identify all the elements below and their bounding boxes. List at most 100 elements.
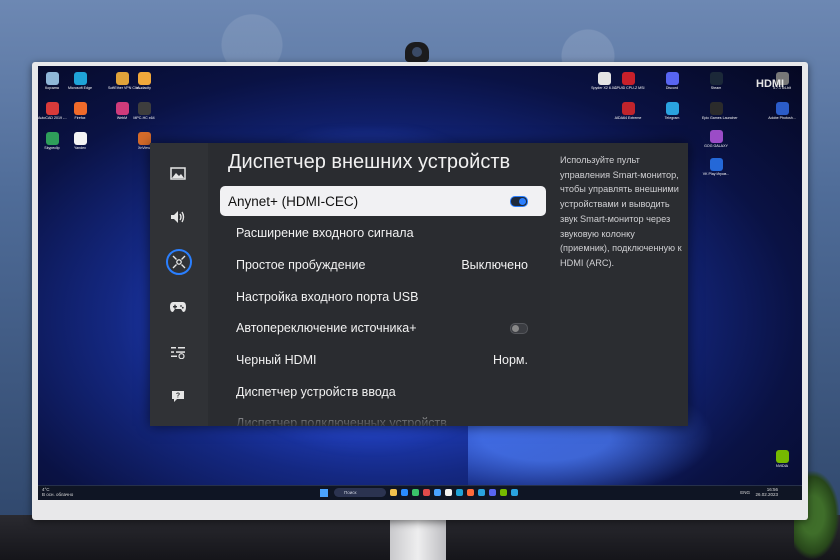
taskbar-app-icon[interactable]: [445, 489, 452, 496]
app-icon: [45, 72, 59, 85]
speaker-icon[interactable]: [165, 204, 191, 230]
desktop-icon[interactable]: Adobe Photosh...: [768, 102, 796, 120]
taskbar-search-label: Поиск: [344, 490, 357, 495]
app-icon: [709, 102, 723, 115]
osd-menu-item[interactable]: Диспетчер устройств ввода: [220, 377, 546, 407]
desktop-icon[interactable]: Корзина: [38, 72, 66, 90]
desktop-icon-label: Steam: [710, 86, 722, 90]
general-settings-icon[interactable]: [165, 339, 191, 365]
desktop-icon[interactable]: AutoCAD 2019 -...: [38, 102, 68, 120]
taskbar: 4°C В осн. облачно Поиск ENG 16:56 26.02…: [38, 485, 802, 500]
desktop-icon[interactable]: Skypeclip: [38, 132, 66, 150]
desktop-icon-label: Microsoft Edge: [68, 86, 92, 90]
osd-menu-item[interactable]: Автопереключение источника+: [220, 313, 546, 343]
taskbar-app-icon[interactable]: [456, 489, 463, 496]
taskbar-app-icon[interactable]: [412, 489, 419, 496]
taskbar-search[interactable]: Поиск: [334, 488, 386, 497]
desktop-icon-label: Yandex: [74, 146, 86, 150]
desktop-icon-label: MPC-HC x64: [133, 116, 155, 120]
desktop-icon[interactable]: Microsoft Edge: [66, 72, 94, 90]
start-button[interactable]: [320, 489, 328, 497]
osd-menu-item[interactable]: Настройка входного порта USB: [220, 282, 546, 312]
desktop-icon[interactable]: Telegram: [658, 102, 686, 120]
clock[interactable]: 16:56 26.02.2023: [755, 487, 778, 498]
clock-date: 26.02.2023: [755, 491, 778, 497]
app-icon: [137, 72, 151, 85]
osd-title: Диспетчер внешних устройств: [228, 151, 511, 173]
app-icon: [709, 72, 723, 85]
app-icon: [621, 102, 635, 115]
osd-item-label: Настройка входного порта USB: [236, 290, 419, 304]
taskbar-app-icon[interactable]: [489, 489, 496, 496]
desktop-icon-label: Discord: [665, 86, 679, 90]
desktop-icon-label: AIDA64 Extreme: [614, 116, 642, 120]
monitor-stand: [390, 515, 446, 560]
taskbar-app-icon[interactable]: [500, 489, 507, 496]
app-icon: [621, 72, 635, 85]
desktop-icon-label: Audacity: [137, 86, 151, 90]
desktop-icon[interactable]: GOG GALAXY: [702, 130, 730, 148]
taskbar-app-icon[interactable]: [478, 489, 485, 496]
osd-item-label: Автопереключение источника+: [236, 321, 417, 335]
desktop-icon-label: CPUID CPU-Z MSI: [614, 86, 645, 90]
hdmi-logo: HDMI: [756, 78, 785, 90]
desktop-icon-label: Корзина: [45, 86, 59, 90]
app-icon: [73, 102, 87, 115]
taskbar-app-icon[interactable]: [390, 489, 397, 496]
desktop-icon-label: VK Play Игров...: [702, 172, 730, 176]
desktop-icon-label: Epic Games Launcher: [702, 116, 738, 120]
desktop-icon[interactable]: VK Play Игров...: [702, 158, 730, 176]
desktop-icon[interactable]: Firefox: [66, 102, 94, 120]
desktop-icon[interactable]: Yandex: [66, 132, 94, 150]
app-icon: [709, 130, 723, 143]
taskbar-app-icon[interactable]: [467, 489, 474, 496]
osd-item-label: Диспетчер устройств ввода: [236, 385, 396, 399]
support-icon[interactable]: ?: [165, 383, 191, 409]
desktop-icon[interactable]: CPUID CPU-Z MSI: [614, 72, 645, 90]
osd-menu-item[interactable]: Расширение входного сигнала: [220, 218, 546, 248]
app-icon: [597, 72, 611, 85]
taskbar-app-icon[interactable]: [401, 489, 408, 496]
osd-menu-item[interactable]: Черный HDMI Норм.: [220, 345, 546, 375]
weather-desc: В осн. облачно: [42, 491, 74, 497]
desktop-icon[interactable]: MPC-HC x64: [130, 102, 158, 120]
osd-menu-item[interactable]: Anynet+ (HDMI-CEC): [220, 186, 546, 216]
gamepad-icon[interactable]: [165, 294, 191, 320]
picture-icon[interactable]: [165, 160, 191, 186]
desktop-icon-label: GOG GALAXY: [704, 144, 728, 148]
desktop-icon[interactable]: Audacity: [130, 72, 158, 90]
connection-icon[interactable]: [166, 249, 192, 275]
toggle-switch[interactable]: [510, 322, 528, 334]
app-icon: [775, 102, 789, 115]
desktop-icon-label: Adobe Photosh...: [768, 116, 796, 120]
taskbar-app-icon[interactable]: [511, 489, 518, 496]
app-icon: [73, 72, 87, 85]
osd-item-label: Простое пробуждение: [236, 258, 366, 272]
osd-help-panel: Используйте пульт управления Smart-монит…: [550, 143, 688, 426]
weather-widget[interactable]: 4°C В осн. облачно: [42, 487, 74, 497]
webcam: [405, 42, 429, 62]
desktop-icon-label: Telegram: [664, 116, 680, 120]
osd-item-value: Выключено: [461, 258, 528, 272]
desktop-icon-label: NVIDIA: [776, 464, 788, 468]
desktop-icon[interactable]: Epic Games Launcher: [702, 102, 738, 120]
desktop-icon[interactable]: NVIDIA: [768, 450, 796, 468]
list-fade-overlay: [210, 405, 550, 426]
app-icon: [115, 102, 129, 115]
app-icon: [665, 72, 679, 85]
desktop-icon[interactable]: AIDA64 Extreme: [614, 102, 642, 120]
taskbar-app-icon[interactable]: [423, 489, 430, 496]
app-icon: [45, 102, 59, 115]
toggle-switch[interactable]: [510, 195, 528, 207]
language-indicator[interactable]: ENG: [740, 490, 750, 495]
taskbar-app-icon[interactable]: [434, 489, 441, 496]
osd-menu-item[interactable]: Простое пробуждение Выключено: [220, 250, 546, 280]
desktop-icon-label: Firefox: [74, 116, 86, 120]
osd-item-label: Расширение входного сигнала: [236, 226, 414, 240]
desktop-icon-label: AutoCAD 2019 -...: [38, 116, 68, 120]
desktop-icon[interactable]: Steam: [702, 72, 730, 90]
app-icon: [137, 102, 151, 115]
app-icon: [45, 132, 59, 145]
osd-item-label: Черный HDMI: [236, 353, 317, 367]
desktop-icon[interactable]: Discord: [658, 72, 686, 90]
